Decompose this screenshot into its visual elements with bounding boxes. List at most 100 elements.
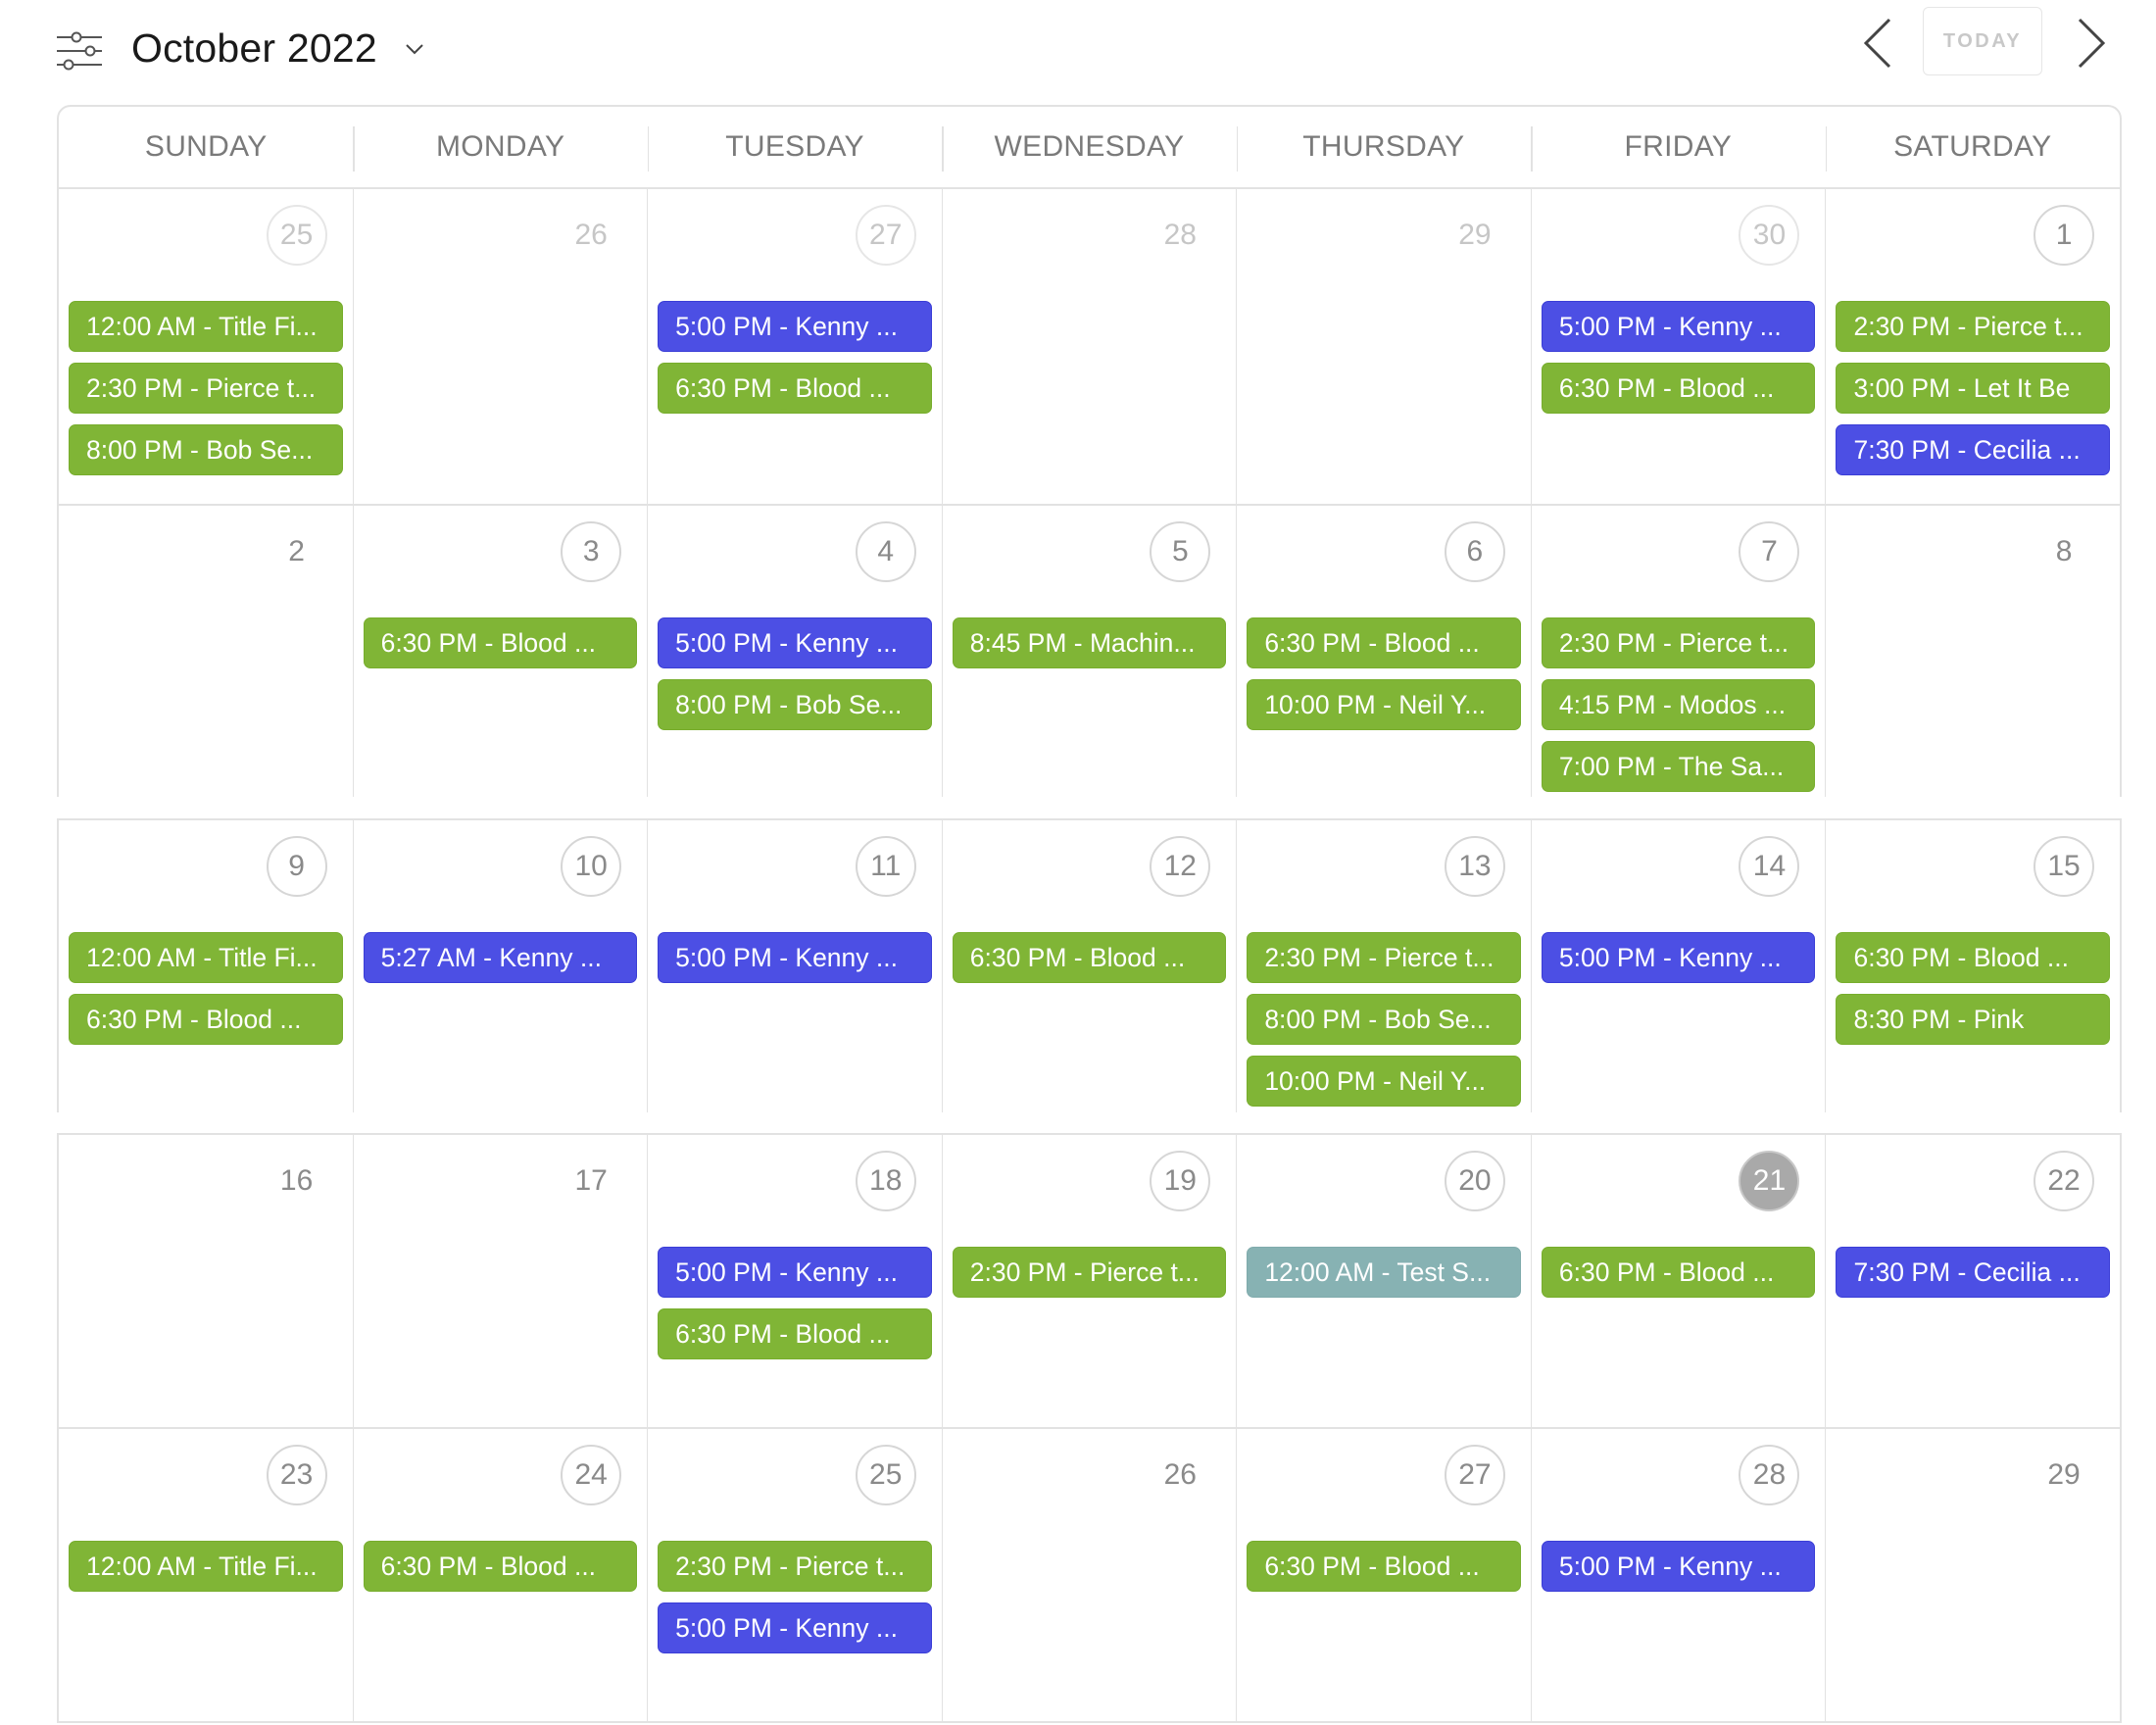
date-number[interactable]: 30	[1739, 205, 1800, 266]
day-cell[interactable]: 6 6:30 PM - Blood ... 10:00 PM - Neil Y...	[1236, 506, 1531, 797]
date-number[interactable]: 18	[855, 1151, 916, 1211]
date-number[interactable]: 27	[1444, 1445, 1505, 1505]
date-number[interactable]: 29	[1445, 205, 1505, 266]
event-chip[interactable]: 6:30 PM - Blood ...	[952, 932, 1227, 983]
event-chip[interactable]: 5:00 PM - Kenny ...	[658, 932, 932, 983]
date-number[interactable]: 10	[561, 836, 622, 897]
day-cell[interactable]: 4 5:00 PM - Kenny ... 8:00 PM - Bob Se...	[647, 506, 942, 797]
day-cell[interactable]: 29	[1236, 189, 1531, 504]
event-chip[interactable]: 5:27 AM - Kenny ...	[363, 932, 638, 983]
day-cell[interactable]: 28 5:00 PM - Kenny ...	[1530, 1429, 1826, 1721]
chevron-right-icon[interactable]	[2072, 16, 2111, 71]
date-number[interactable]: 9	[266, 836, 327, 897]
day-cell[interactable]: 7 2:30 PM - Pierce t... 4:15 PM - Modos ..…	[1530, 506, 1826, 797]
date-number[interactable]: 4	[855, 521, 916, 582]
day-cell[interactable]: 26	[352, 189, 648, 504]
day-cell[interactable]: 1 2:30 PM - Pierce t... 3:00 PM - Let It B…	[1825, 189, 2120, 504]
day-cell[interactable]: 17	[352, 1135, 648, 1427]
date-number[interactable]: 14	[1739, 836, 1800, 897]
date-number[interactable]: 20	[1444, 1151, 1505, 1211]
date-number[interactable]: 12	[1150, 836, 1211, 897]
date-number[interactable]: 6	[1444, 521, 1505, 582]
day-cell[interactable]: 25 2:30 PM - Pierce t... 5:00 PM - Kenny .…	[647, 1429, 942, 1721]
day-cell[interactable]: 30 5:00 PM - Kenny ... 6:30 PM - Blood ...	[1530, 189, 1826, 504]
day-cell[interactable]: 27 5:00 PM - Kenny ... 6:30 PM - Blood ...	[647, 189, 942, 504]
event-chip[interactable]: 2:30 PM - Pierce t...	[952, 1247, 1227, 1298]
day-cell[interactable]: 3 6:30 PM - Blood ...	[352, 506, 648, 797]
event-chip[interactable]: 7:30 PM - Cecilia ...	[1836, 1247, 2111, 1298]
event-chip[interactable]: 8:30 PM - Pink	[1836, 994, 2111, 1045]
event-chip[interactable]: 2:30 PM - Pierce t...	[69, 363, 343, 414]
event-chip[interactable]: 5:00 PM - Kenny ...	[658, 1247, 932, 1298]
event-chip[interactable]: 5:00 PM - Kenny ...	[658, 301, 932, 352]
date-number[interactable]: 22	[2034, 1151, 2095, 1211]
day-cell[interactable]: 27 6:30 PM - Blood ...	[1236, 1429, 1531, 1721]
event-chip[interactable]: 6:30 PM - Blood ...	[658, 363, 932, 414]
event-chip[interactable]: 6:30 PM - Blood ...	[658, 1308, 932, 1359]
event-chip[interactable]: 5:00 PM - Kenny ...	[1541, 1541, 1816, 1592]
day-cell[interactable]: 21 6:30 PM - Blood ...	[1530, 1135, 1826, 1427]
event-chip[interactable]: 12:00 AM - Title Fi...	[69, 301, 343, 352]
event-chip[interactable]: 6:30 PM - Blood ...	[363, 1541, 638, 1592]
day-cell[interactable]: 25 12:00 AM - Title Fi... 2:30 PM - Pierce…	[59, 189, 353, 504]
event-chip[interactable]: 8:00 PM - Bob Se...	[69, 424, 343, 475]
event-chip[interactable]: 12:00 AM - Title Fi...	[69, 1541, 343, 1592]
event-chip[interactable]: 2:30 PM - Pierce t...	[1247, 932, 1521, 983]
event-chip[interactable]: 2:30 PM - Pierce t...	[1541, 617, 1816, 668]
sliders-icon[interactable]	[55, 29, 104, 73]
event-chip[interactable]: 7:00 PM - The Sa...	[1541, 741, 1816, 792]
date-number[interactable]: 2	[267, 521, 327, 582]
chevron-down-icon[interactable]	[404, 41, 425, 57]
day-cell[interactable]: 18 5:00 PM - Kenny ... 6:30 PM - Blood ...	[647, 1135, 942, 1427]
event-chip[interactable]: 6:30 PM - Blood ...	[1836, 932, 2111, 983]
date-number[interactable]: 25	[855, 1445, 916, 1505]
event-chip[interactable]: 5:00 PM - Kenny ...	[1541, 301, 1816, 352]
date-number[interactable]: 13	[1444, 836, 1505, 897]
date-number[interactable]: 19	[1150, 1151, 1211, 1211]
event-chip[interactable]: 7:30 PM - Cecilia ...	[1836, 424, 2111, 475]
day-cell[interactable]: 26	[941, 1429, 1237, 1721]
date-number[interactable]: 8	[2034, 521, 2094, 582]
date-number[interactable]: 15	[2034, 836, 2095, 897]
today-button[interactable]: TODAY	[1923, 7, 2042, 75]
event-chip[interactable]: 4:15 PM - Modos ...	[1541, 679, 1816, 730]
day-cell[interactable]: 23 12:00 AM - Title Fi...	[59, 1429, 353, 1721]
day-cell[interactable]: 13 2:30 PM - Pierce t... 8:00 PM - Bob Se.…	[1236, 820, 1531, 1112]
date-number[interactable]: 26	[1150, 1445, 1210, 1505]
day-cell[interactable]: 19 2:30 PM - Pierce t...	[941, 1135, 1237, 1427]
date-number[interactable]: 17	[561, 1151, 621, 1211]
date-number[interactable]: 1	[2034, 205, 2095, 266]
day-cell[interactable]: 11 5:00 PM - Kenny ...	[647, 820, 942, 1112]
event-chip[interactable]: 12:00 AM - Title Fi...	[69, 932, 343, 983]
event-chip[interactable]: 3:00 PM - Let It Be	[1836, 363, 2111, 414]
day-cell[interactable]: 28	[941, 189, 1237, 504]
month-title[interactable]: October 2022	[131, 25, 377, 72]
event-chip[interactable]: 5:00 PM - Kenny ...	[658, 617, 932, 668]
day-cell[interactable]: 16	[59, 1135, 353, 1427]
date-number[interactable]: 24	[561, 1445, 622, 1505]
date-number[interactable]: 11	[855, 836, 916, 897]
day-cell[interactable]: 10 5:27 AM - Kenny ...	[352, 820, 648, 1112]
event-chip[interactable]: 12:00 AM - Test S...	[1247, 1247, 1521, 1298]
event-chip[interactable]: 6:30 PM - Blood ...	[363, 617, 638, 668]
event-chip[interactable]: 10:00 PM - Neil Y...	[1247, 679, 1521, 730]
event-chip[interactable]: 8:00 PM - Bob Se...	[1247, 994, 1521, 1045]
date-number[interactable]: 3	[561, 521, 622, 582]
event-chip[interactable]: 5:00 PM - Kenny ...	[1541, 932, 1816, 983]
day-cell[interactable]: 20 12:00 AM - Test S...	[1236, 1135, 1531, 1427]
day-cell[interactable]: 5 8:45 PM - Machin...	[941, 506, 1237, 797]
day-cell[interactable]: 14 5:00 PM - Kenny ...	[1530, 820, 1826, 1112]
day-cell[interactable]: 8	[1825, 506, 2120, 797]
day-cell[interactable]: 24 6:30 PM - Blood ...	[352, 1429, 648, 1721]
day-cell[interactable]: 9 12:00 AM - Title Fi... 6:30 PM - Blood .…	[59, 820, 353, 1112]
event-chip[interactable]: 8:00 PM - Bob Se...	[658, 679, 932, 730]
event-chip[interactable]: 6:30 PM - Blood ...	[1247, 617, 1521, 668]
date-number[interactable]: 27	[855, 205, 916, 266]
event-chip[interactable]: 6:30 PM - Blood ...	[1541, 1247, 1816, 1298]
date-number[interactable]: 16	[267, 1151, 327, 1211]
chevron-left-icon[interactable]	[1858, 16, 1897, 71]
event-chip[interactable]: 2:30 PM - Pierce t...	[658, 1541, 932, 1592]
date-number[interactable]: 5	[1150, 521, 1211, 582]
event-chip[interactable]: 2:30 PM - Pierce t...	[1836, 301, 2111, 352]
date-number[interactable]: 29	[2034, 1445, 2094, 1505]
